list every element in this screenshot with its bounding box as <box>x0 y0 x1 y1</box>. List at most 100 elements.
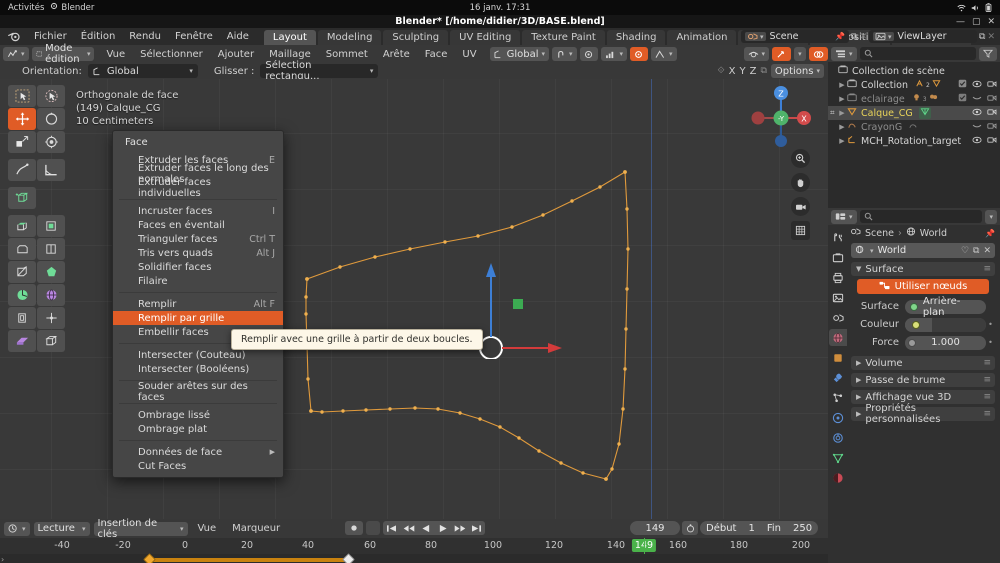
outliner-root-row[interactable]: Collection de scène <box>828 64 1000 78</box>
pin-icon[interactable]: 📌 <box>835 32 845 41</box>
camera-icon[interactable] <box>987 122 997 133</box>
visibility-toggle[interactable]: ▾ <box>743 47 770 61</box>
menu-item-filaire[interactable]: Filaire <box>113 274 283 288</box>
tab-object[interactable] <box>829 349 847 366</box>
panel-volume-header[interactable]: ▶ Volume ≡ <box>851 356 995 370</box>
ortho-perspective-icon[interactable] <box>791 221 810 240</box>
keying-popover-button[interactable]: Insertion de clés ▾ <box>93 518 188 540</box>
outliner-filter-button[interactable] <box>979 46 997 61</box>
topology-mirror-icon[interactable]: ⧉ <box>760 66 766 76</box>
tool-annotate[interactable] <box>8 159 36 181</box>
scene-selector[interactable]: ▾ Scene 📌 <box>741 30 850 43</box>
properties-options-button[interactable]: ▾ <box>985 209 997 224</box>
menu-item-ombrage-lisse[interactable]: Ombrage lissé <box>113 408 283 422</box>
menu-item-incruster-faces[interactable]: Incruster faces I <box>113 204 283 218</box>
tab-uv-editing[interactable]: UV Editing <box>450 30 521 45</box>
tool-scale[interactable] <box>8 131 36 153</box>
tab-shading[interactable]: Shading <box>606 30 666 45</box>
current-frame-field[interactable]: 149 <box>630 521 680 535</box>
menu-vue[interactable]: Vue <box>100 47 131 61</box>
jump-to-prev-keyframe-button[interactable] <box>400 521 417 535</box>
world-browse-icon[interactable] <box>855 245 866 257</box>
menu-aide[interactable]: Aide <box>220 28 256 45</box>
tab-sculpting[interactable]: Sculpting <box>383 30 449 45</box>
battery-icon[interactable] <box>985 3 992 12</box>
tab-texture-paint[interactable]: Texture Paint <box>522 30 605 45</box>
menu-fenetre[interactable]: Fenêtre <box>168 28 220 45</box>
new-world-icon[interactable]: ⧉ <box>973 246 979 256</box>
proportional-editing-toggle[interactable] <box>579 47 598 61</box>
menu-face[interactable]: Face <box>419 47 454 61</box>
properties-editor-type-button[interactable]: ▾ <box>831 209 857 224</box>
eye-closed-icon[interactable] <box>972 94 982 105</box>
menu-selectionner[interactable]: Sélectionner <box>134 47 209 61</box>
menu-item-ombrage-plat[interactable]: Ombrage plat <box>113 422 283 436</box>
list-item[interactable]: ▶ eclairage 3 <box>828 92 1000 106</box>
menu-arete[interactable]: Arête <box>377 47 416 61</box>
disclosure-icon[interactable]: ▶ <box>837 95 847 103</box>
auto-keying-options[interactable] <box>366 521 380 535</box>
camera-view-icon[interactable] <box>791 197 810 216</box>
tool-inset-faces[interactable] <box>37 215 65 237</box>
checkbox-icon[interactable] <box>958 93 967 105</box>
timeline-menu-marqueur[interactable]: Marqueur <box>226 522 286 536</box>
tool-extrude-region[interactable] <box>8 215 36 237</box>
editor-type-button[interactable]: ▾ <box>3 47 29 61</box>
blender-logo-icon[interactable] <box>0 31 27 42</box>
tool-smooth[interactable] <box>37 284 65 306</box>
disclosure-icon[interactable]: ▶ <box>837 109 847 117</box>
world-id-row[interactable]: ▾ World ♡ ⧉ ✕ <box>851 243 995 258</box>
tab-modeling[interactable]: Modeling <box>317 30 382 45</box>
overlays-toggle[interactable] <box>808 47 828 61</box>
tool-rotate[interactable] <box>37 108 65 130</box>
wifi-icon[interactable] <box>957 4 966 12</box>
menu-item-donnees-de-face[interactable]: Données de face ▶ <box>113 445 283 459</box>
tool-transform[interactable] <box>37 131 65 153</box>
force-value-slider[interactable]: 1.000 <box>905 335 986 350</box>
mirror-axis-x[interactable]: X <box>729 66 736 77</box>
eye-closed-icon[interactable] <box>972 122 982 133</box>
properties-search-input[interactable] <box>859 210 983 223</box>
disclosure-icon[interactable]: ▶ <box>837 81 847 89</box>
proportional-size-field[interactable]: ▾ <box>600 47 628 61</box>
end-frame-value[interactable]: 250 <box>787 523 818 534</box>
tab-layout[interactable]: Layout <box>263 30 316 45</box>
tool-select-circle[interactable] <box>37 85 65 107</box>
tab-constraints[interactable] <box>829 429 847 446</box>
tool-spin[interactable] <box>8 284 36 306</box>
tab-physics[interactable] <box>829 409 847 426</box>
zoom-icon[interactable] <box>791 149 810 168</box>
list-item[interactable]: ▶ Collection 2 <box>828 78 1000 92</box>
jump-to-start-button[interactable] <box>383 521 400 535</box>
menu-item-solidifier-faces[interactable]: Solidifier faces <box>113 260 283 274</box>
gnome-clock[interactable]: 16 janv. 17:31 <box>0 3 1000 13</box>
breadcrumb-world[interactable]: World <box>920 228 947 239</box>
tool-rip-region[interactable] <box>8 330 36 352</box>
camera-icon[interactable] <box>987 80 997 91</box>
eye-icon[interactable] <box>972 80 982 91</box>
tool-move[interactable] <box>8 108 36 130</box>
gizmo-dropdown[interactable]: ▾ <box>794 47 806 61</box>
tool-add-cube[interactable] <box>8 187 36 209</box>
camera-icon[interactable] <box>987 94 997 105</box>
new-scene-icon[interactable]: ⧉ <box>851 32 857 42</box>
transform-orientation-selector[interactable]: Global ▾ <box>489 47 549 61</box>
drag-action-dropdown[interactable]: Sélection rectangu... ▾ <box>260 60 379 82</box>
menu-item-intersecter-couteau[interactable]: Intersecter (Couteau) <box>113 348 283 362</box>
start-frame-value[interactable]: 1 <box>742 523 760 534</box>
menu-sommet[interactable]: Sommet <box>320 47 374 61</box>
tab-animation[interactable]: Animation <box>667 30 737 45</box>
options-dropdown[interactable]: Options ▾ <box>770 64 824 78</box>
timeline-editor-type-button[interactable]: ▾ <box>4 521 30 536</box>
list-item[interactable]: ⌗ ▶ Calque_CG <box>828 106 1000 120</box>
scene-browse-icon[interactable]: ▾ <box>745 32 766 41</box>
tool-measure[interactable] <box>37 159 65 181</box>
tool-tweak[interactable] <box>8 85 36 107</box>
menu-ajouter[interactable]: Ajouter <box>212 47 260 61</box>
eye-icon[interactable] <box>972 108 982 119</box>
viewlayer-browse-icon[interactable]: ▾ <box>873 32 894 41</box>
interaction-mode-selector[interactable]: Mode édition ▾ <box>31 43 95 65</box>
tab-material[interactable] <box>829 469 847 486</box>
disclosure-icon[interactable]: ▶ <box>837 123 847 131</box>
jump-to-end-button[interactable] <box>468 521 485 535</box>
